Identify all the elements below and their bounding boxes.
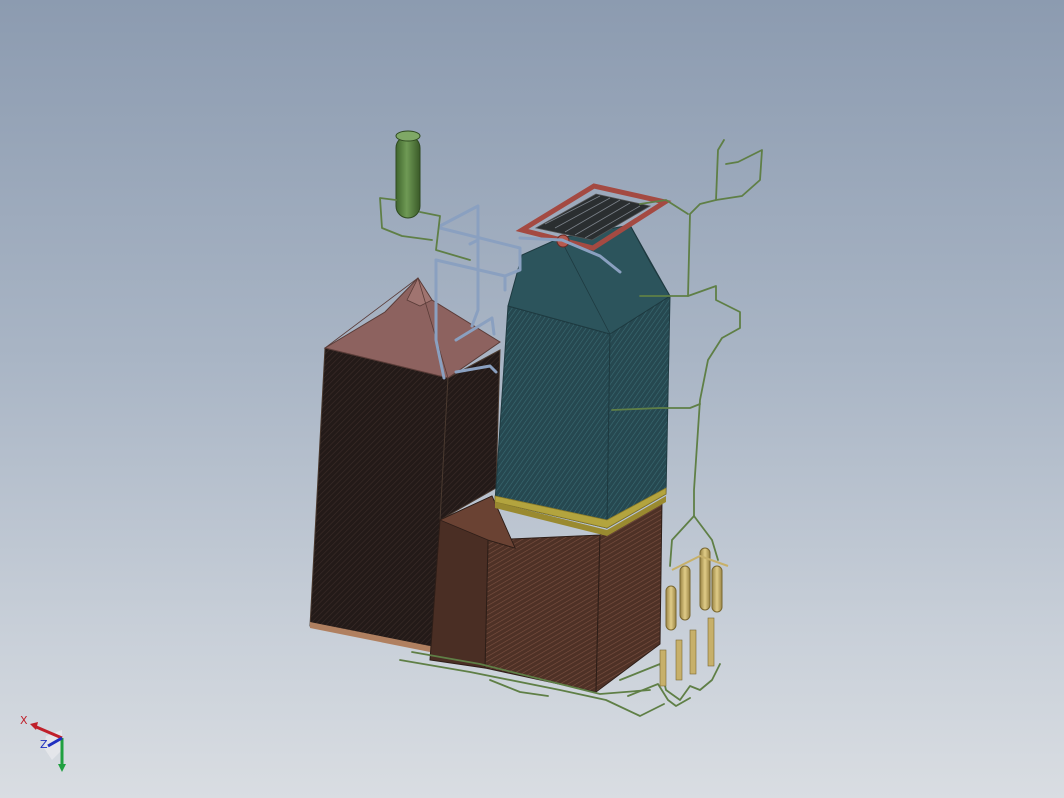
header-1 — [665, 585, 677, 631]
blue-pipe-3 — [470, 238, 480, 328]
drum-top-cap — [395, 130, 421, 142]
furnace-body-front — [309, 347, 449, 653]
cad-model-canvas[interactable]: X Z — [0, 0, 1064, 798]
triad-y-arrow — [58, 764, 66, 772]
header-8 — [707, 617, 715, 667]
drum-pipe-right — [419, 211, 471, 261]
right-riser-main — [687, 139, 741, 517]
hopper-side — [595, 499, 663, 694]
triad-z-label: Z — [40, 738, 48, 751]
blue-pipe-5 — [434, 258, 507, 292]
orientation-triad[interactable]: X Z — [20, 714, 66, 772]
triad-x-label: X — [20, 714, 28, 727]
header-feed-left — [669, 515, 695, 567]
header-5 — [659, 649, 667, 687]
header-cylinders[interactable] — [659, 547, 729, 687]
header-4 — [711, 565, 723, 613]
header-6 — [675, 639, 683, 681]
blue-pipe-1 — [438, 204, 480, 246]
bottom-right-coils-2 — [627, 683, 691, 707]
hopper-front — [484, 534, 601, 693]
convection-tower[interactable] — [494, 224, 671, 536]
convection-front — [494, 305, 611, 529]
header-7 — [689, 629, 697, 675]
graphics-viewport[interactable]: X Z — [0, 0, 1064, 798]
header-2 — [679, 565, 691, 621]
lower-hopper[interactable] — [429, 495, 663, 694]
steam-drum[interactable] — [395, 130, 421, 219]
bottom-right-coils — [619, 663, 721, 701]
right-riser-branch — [715, 149, 763, 201]
drum-body — [395, 135, 421, 219]
